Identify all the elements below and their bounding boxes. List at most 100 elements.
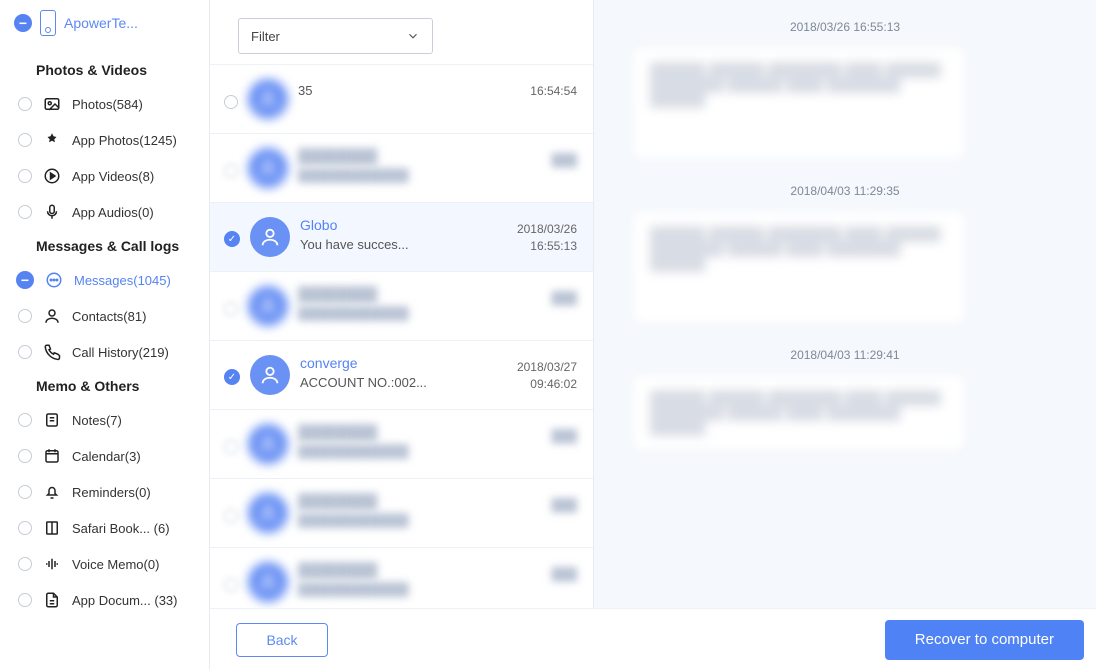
message-bubble: ██████ ██████ ████████ ████ ██████ █████…	[634, 376, 964, 449]
radio-icon[interactable]	[18, 557, 32, 571]
message-title: converge	[300, 355, 487, 371]
phone-call-icon	[42, 342, 62, 362]
section-title-memo: Memo & Others	[0, 370, 209, 402]
sidebar-item-safari-bookmarks[interactable]: Safari Book... (6)	[0, 510, 209, 546]
message-item[interactable]: ✓ converge ACCOUNT NO.:002... 2018/03/2709:…	[210, 341, 593, 410]
radio-icon[interactable]	[18, 97, 32, 111]
message-list[interactable]: 3516:54:54███████████████████████✓GloboY…	[210, 65, 593, 670]
bell-icon	[42, 482, 62, 502]
message-time: ███	[497, 424, 577, 445]
radio-icon[interactable]	[224, 164, 238, 178]
radio-icon[interactable]	[224, 95, 238, 109]
message-item[interactable]: ███████████████████████	[210, 479, 593, 548]
message-item[interactable]: ███████████████████████	[210, 410, 593, 479]
radio-icon[interactable]	[18, 169, 32, 183]
sidebar-item-label: Safari Book... (6)	[72, 521, 170, 536]
radio-icon[interactable]	[18, 521, 32, 535]
check-icon[interactable]: ✓	[224, 369, 240, 385]
avatar	[248, 148, 288, 188]
play-icon	[42, 166, 62, 186]
message-title: ████████	[298, 148, 487, 164]
message-item[interactable]: ✓GloboYou have succes...2018/03/2616:55:…	[210, 203, 593, 272]
collapse-icon[interactable]: −	[16, 271, 34, 289]
sidebar-item-contacts[interactable]: Contacts(81)	[0, 298, 209, 334]
sidebar-item-label: Notes(7)	[72, 413, 122, 428]
conversation-panel: 2018/03/26 16:55:13██████ ██████ ███████…	[594, 0, 1096, 670]
avatar	[248, 286, 288, 326]
collapse-icon[interactable]: −	[14, 14, 32, 32]
radio-icon[interactable]	[18, 413, 32, 427]
avatar	[248, 79, 288, 119]
message-item[interactable]: 35 16:54:54	[210, 65, 593, 134]
calendar-icon	[42, 446, 62, 466]
message-preview: ████████████	[298, 168, 487, 183]
message-preview: ████████████	[298, 513, 487, 528]
sidebar-item-app-photos[interactable]: App Photos(1245)	[0, 122, 209, 158]
message-time: ███	[497, 286, 577, 307]
sidebar-item-label: App Photos(1245)	[72, 133, 177, 148]
radio-icon[interactable]	[224, 509, 238, 523]
radio-icon[interactable]	[224, 440, 238, 454]
message-preview: ACCOUNT NO.:002...	[300, 375, 487, 390]
avatar	[248, 424, 288, 464]
section-title-messages: Messages & Call logs	[0, 230, 209, 262]
device-header[interactable]: − ApowerTe...	[0, 0, 209, 54]
sidebar-item-label: App Videos(8)	[72, 169, 154, 184]
sidebar-item-messages[interactable]: − Messages(1045)	[0, 262, 209, 298]
message-title: ████████	[298, 424, 487, 440]
sidebar-item-reminders[interactable]: Reminders(0)	[0, 474, 209, 510]
filter-dropdown[interactable]: Filter	[238, 18, 433, 54]
message-time: ███	[497, 562, 577, 583]
wave-icon	[42, 554, 62, 574]
back-button[interactable]: Back	[236, 623, 328, 657]
radio-icon[interactable]	[18, 133, 32, 147]
radio-icon[interactable]	[18, 593, 32, 607]
message-item[interactable]: ███████████████████████	[210, 548, 593, 617]
recover-button[interactable]: Recover to computer	[885, 620, 1084, 660]
radio-icon[interactable]	[224, 578, 238, 592]
message-list-panel: Filter 3516:54:54███████████████████████…	[210, 0, 594, 670]
sidebar-item-label: Contacts(81)	[72, 309, 146, 324]
check-icon[interactable]: ✓	[224, 231, 240, 247]
sidebar-item-app-audios[interactable]: App Audios(0)	[0, 194, 209, 230]
message-time: 2018/03/2709:46:02	[497, 355, 577, 393]
radio-icon[interactable]	[18, 345, 32, 359]
radio-icon[interactable]	[18, 449, 32, 463]
radio-icon[interactable]	[18, 485, 32, 499]
message-item[interactable]: ███████████████████████	[210, 272, 593, 341]
sidebar-item-notes[interactable]: Notes(7)	[0, 402, 209, 438]
sidebar-item-label: App Audios(0)	[72, 205, 154, 220]
sidebar-item-label: Voice Memo(0)	[72, 557, 159, 572]
sidebar-item-label: Photos(584)	[72, 97, 143, 112]
sidebar-item-app-videos[interactable]: App Videos(8)	[0, 158, 209, 194]
phone-icon	[40, 10, 56, 36]
bookmark-icon	[42, 518, 62, 538]
message-title: ████████	[298, 493, 487, 509]
message-time: 16:54:54	[497, 79, 577, 100]
message-preview: ████████████	[298, 306, 487, 321]
message-item[interactable]: ███████████████████████	[210, 134, 593, 203]
footer-bar: Back Recover to computer	[210, 608, 1096, 670]
message-preview: You have succes...	[300, 237, 487, 252]
sidebar-item-photos[interactable]: Photos(584)	[0, 86, 209, 122]
radio-icon[interactable]	[18, 205, 32, 219]
message-bubble: ██████ ██████ ████████ ████ ██████ █████…	[634, 48, 964, 158]
note-icon	[42, 410, 62, 430]
chevron-down-icon	[406, 29, 420, 43]
sidebar-item-call-history[interactable]: Call History(219)	[0, 334, 209, 370]
sidebar-item-voice-memo[interactable]: Voice Memo(0)	[0, 546, 209, 582]
photo-icon	[42, 94, 62, 114]
contact-icon	[42, 306, 62, 326]
app-photo-icon	[42, 130, 62, 150]
sidebar-item-app-documents[interactable]: App Docum... (33)	[0, 582, 209, 618]
message-preview: ████████████	[298, 582, 487, 597]
sidebar-item-label: Call History(219)	[72, 345, 169, 360]
filter-label: Filter	[251, 29, 280, 44]
message-preview: 35	[298, 83, 487, 98]
timestamp-separator: 2018/04/03 11:29:35	[614, 164, 1076, 212]
radio-icon[interactable]	[18, 309, 32, 323]
sidebar-item-label: App Docum... (33)	[72, 593, 178, 608]
sidebar-item-calendar[interactable]: Calendar(3)	[0, 438, 209, 474]
sidebar-item-label: Calendar(3)	[72, 449, 141, 464]
radio-icon[interactable]	[224, 302, 238, 316]
